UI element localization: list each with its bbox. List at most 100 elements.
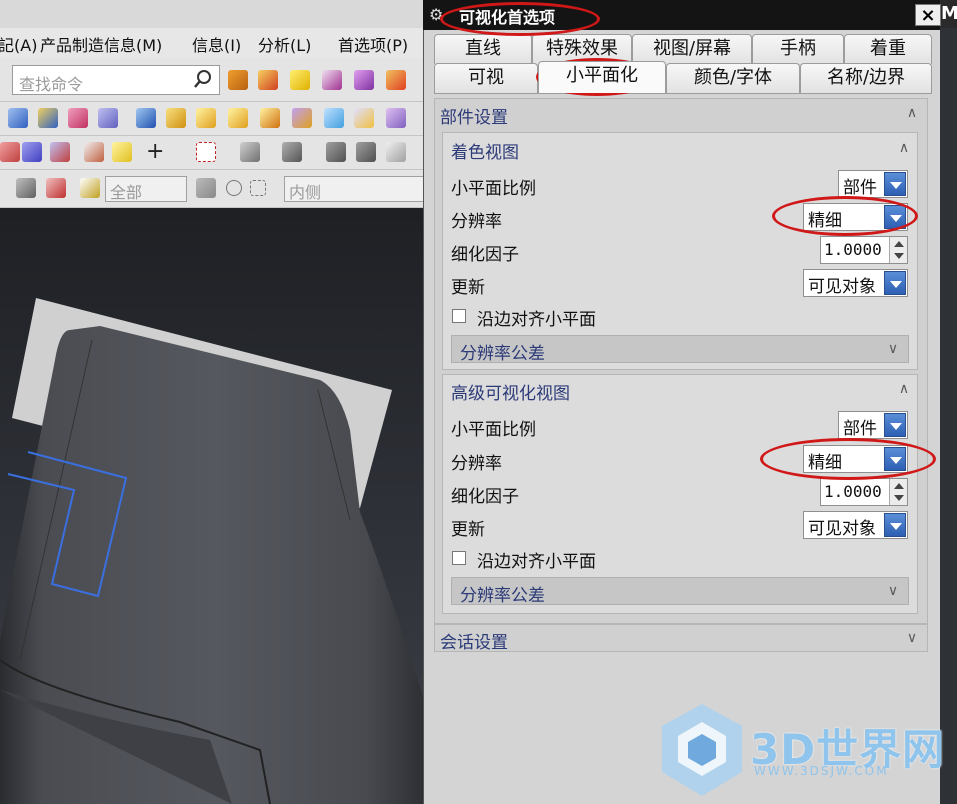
radio-select-icon[interactable] [226,180,242,196]
command-search-input[interactable]: 查找命令 [12,65,220,95]
resolution-tolerance-section[interactable]: 分辨率公差 ∨ [451,335,909,364]
resolution-tolerance-section[interactable]: 分辨率公差 ∨ [451,577,909,606]
surface-icon[interactable] [354,70,374,90]
resolution-label: 分辨率 [451,454,502,474]
part-settings-header[interactable]: 部件设置 [440,103,508,128]
stepper-down-icon[interactable] [894,495,904,501]
facet-ratio-label: 小平面比例 [451,420,536,440]
stepper-up-icon[interactable] [894,241,904,247]
menu-item-partial[interactable]: 記(A) [0,32,37,56]
stepper-down-icon[interactable] [894,253,904,259]
watermark-url: WWW.3DSJW.COM [754,764,889,778]
tab-lines[interactable]: 直线 [434,34,532,64]
patch-icon[interactable] [260,108,280,128]
align-facets-checkbox[interactable] [452,551,466,565]
selection-icon[interactable] [80,178,100,198]
filter-tool-icon[interactable] [196,178,216,198]
session-settings-header[interactable]: 会话设置 [440,628,508,653]
app-right-edge [940,28,957,804]
point-icon[interactable]: + [146,139,164,164]
collapse-chevron-icon[interactable]: ∧ [903,104,921,122]
shield-icon[interactable] [112,142,132,162]
sheet-icon[interactable] [68,108,88,128]
fit-view-icon[interactable] [196,142,216,162]
sweep-icon[interactable] [322,70,342,90]
expand-chevron-icon[interactable]: ∨ [884,340,902,358]
chevron-down-icon[interactable] [884,172,906,196]
expand-chevron-icon[interactable]: ∨ [884,582,902,600]
graphics-viewport[interactable] [0,208,430,804]
shaded-view-header[interactable]: 着色视图 [451,138,519,163]
resolution-value: 精细 [808,211,842,231]
expand-chevron-icon[interactable]: ∨ [903,629,921,647]
tab-color-font[interactable]: 颜色/字体 [666,63,800,93]
update-select[interactable]: 可见对象 [803,511,908,539]
shell-icon[interactable] [292,108,312,128]
box-icon[interactable] [136,108,156,128]
collapse-chevron-icon[interactable]: ∧ [895,139,913,157]
close-button[interactable]: × [915,4,941,26]
tab-special-effects[interactable]: 特殊效果 [532,34,632,64]
draft-icon[interactable] [386,108,406,128]
tab-visual[interactable]: 可视 [434,63,538,93]
chevron-down-icon[interactable] [884,447,906,471]
resolution-select[interactable]: 精细 [803,203,908,231]
chevron-down-icon[interactable] [884,513,906,537]
collapse-chevron-icon[interactable]: ∧ [895,380,913,398]
menu-item-analysis[interactable]: 分析(L) [258,32,311,56]
facet-ratio-select[interactable]: 部件 [838,170,908,198]
cone-icon[interactable] [228,70,248,90]
view-iso-icon[interactable] [386,142,406,162]
trim-icon[interactable] [354,108,374,128]
curve-icon[interactable] [84,142,104,162]
search-icon[interactable] [193,69,213,89]
rect-select-icon[interactable] [250,180,266,196]
revolve-icon[interactable] [22,142,42,162]
menu-item-pmi[interactable]: 产品制造信息(M) [40,32,162,56]
blend-icon[interactable] [196,108,216,128]
tab-emphasis[interactable]: 着重 [844,34,932,64]
cylinder-icon[interactable] [50,142,70,162]
update-select[interactable]: 可见对象 [803,269,908,297]
gear-icon[interactable]: ⚙ [429,5,443,24]
stepper-up-icon[interactable] [894,483,904,489]
view-cube-icon[interactable] [326,142,346,162]
render-style-icon[interactable] [282,142,302,162]
select-filter-icon[interactable] [16,178,36,198]
arc-icon[interactable] [0,142,20,162]
block-icon[interactable] [38,108,58,128]
mesh-icon[interactable] [98,108,118,128]
advanced-view-header[interactable]: 高级可视化视图 [451,379,570,404]
refine-factor-stepper[interactable]: 1.0000 [820,478,908,506]
chevron-down-icon[interactable] [884,205,906,229]
menu-item-preferences[interactable]: 首选项(P) [338,32,408,56]
tab-strip-border [434,93,932,94]
tab-faceting[interactable]: 小平面化 [538,61,666,93]
resolution-value: 精细 [808,453,842,473]
shape-icon[interactable] [290,70,310,90]
offset-icon[interactable] [324,108,344,128]
type-filter-select[interactable]: 全部 [105,176,187,202]
face-icon[interactable] [228,108,248,128]
feature-icon[interactable] [258,70,278,90]
body-icon[interactable] [8,108,28,128]
snap-icon[interactable] [46,178,66,198]
extrude-icon[interactable] [386,70,406,90]
align-facets-checkbox[interactable] [452,309,466,323]
tab-names-borders[interactable]: 名称/边界 [800,63,932,93]
scope-filter-select[interactable]: 内侧 [284,176,430,202]
menu-item-info[interactable]: 信息(I) [192,32,241,56]
facet-ratio-select[interactable]: 部件 [838,411,908,439]
update-label: 更新 [451,278,485,298]
chevron-down-icon[interactable] [884,413,906,437]
chevron-down-icon[interactable] [884,271,906,295]
cube-icon[interactable] [166,108,186,128]
shaded-icon[interactable] [240,142,260,162]
tab-handles[interactable]: 手柄 [752,34,844,64]
dialog-titlebar[interactable]: ⚙ 可视化首选项 [423,0,940,30]
view-top-icon[interactable] [356,142,376,162]
resolution-select[interactable]: 精细 [803,445,908,473]
session-settings-panel[interactable] [434,624,928,652]
tab-view-screen[interactable]: 视图/屏幕 [632,34,752,64]
refine-factor-stepper[interactable]: 1.0000 [820,236,908,264]
